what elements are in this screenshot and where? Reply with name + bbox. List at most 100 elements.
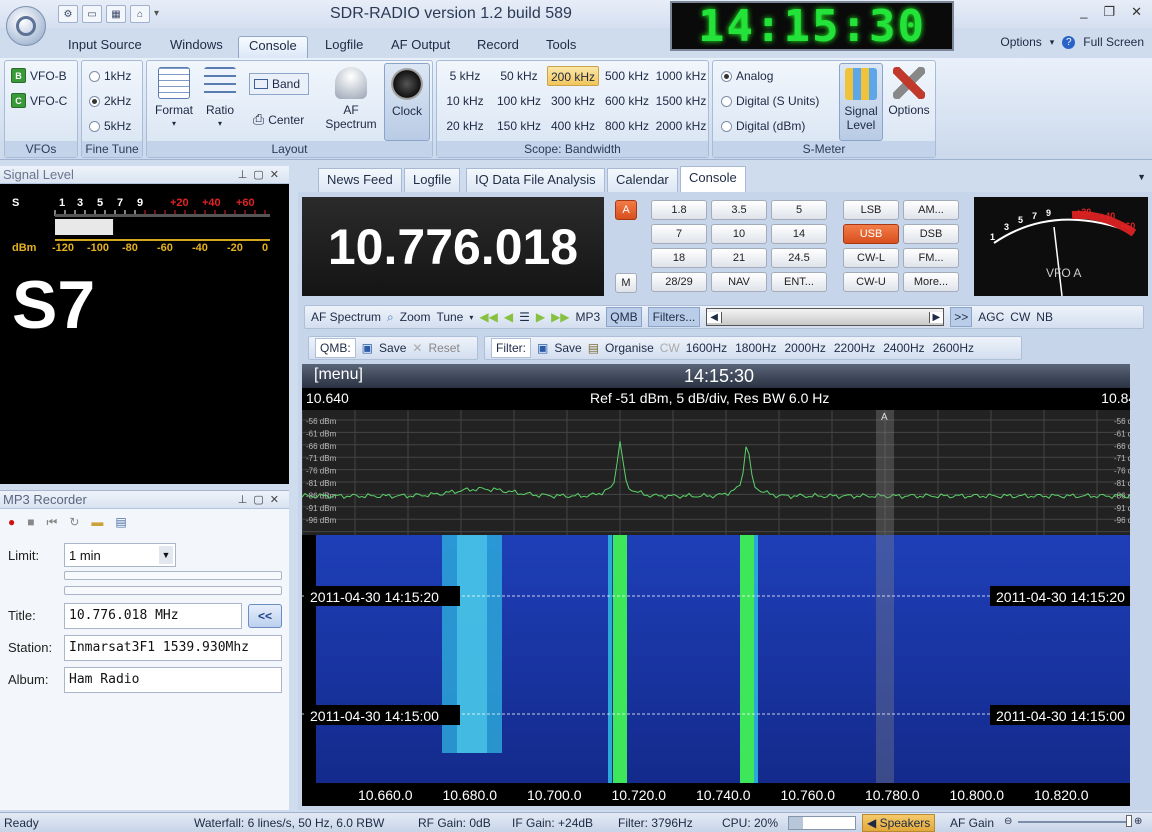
af-gain-slider[interactable]: ⊖ ⊕: [1004, 815, 1144, 827]
close-button[interactable]: ✕: [1131, 4, 1142, 20]
tab-record[interactable]: Record: [467, 36, 529, 58]
tab-logfile[interactable]: Logfile: [315, 36, 373, 58]
copy-title-button[interactable]: <<: [248, 604, 282, 628]
bandwidth-5khz[interactable]: 5 kHz: [439, 66, 491, 86]
smeter-digital-s[interactable]: Digital (S Units): [721, 94, 819, 108]
zoom-button[interactable]: Zoom: [400, 310, 431, 324]
panel-controls[interactable]: ⊥▢✕: [238, 166, 289, 183]
mode-key[interactable]: DSB: [903, 224, 959, 244]
spectrum-canvas[interactable]: -56 dBm-56 dBm-61 dBm-61 dBm-66 dBm-66 d…: [302, 410, 1148, 806]
mode-key[interactable]: More...: [903, 272, 959, 292]
full-screen-link[interactable]: Full Screen: [1083, 35, 1144, 49]
tab-tools[interactable]: Tools: [536, 36, 586, 58]
step-back-icon[interactable]: ◀: [504, 310, 513, 324]
folder-icon[interactable]: ▬: [91, 515, 103, 529]
bandwidth-150khz[interactable]: 150 kHz: [493, 116, 545, 136]
band-key[interactable]: ENT...: [771, 272, 827, 292]
nb-button[interactable]: NB: [1036, 310, 1053, 324]
signal-level-button[interactable]: Signal Level: [839, 63, 883, 141]
options-menu[interactable]: Options: [1000, 35, 1041, 49]
qat-dropdown-icon[interactable]: ▾: [154, 5, 159, 23]
band-key[interactable]: NAV: [711, 272, 767, 292]
tab-input-source[interactable]: Input Source: [58, 36, 152, 58]
bandwidth-100khz[interactable]: 100 kHz: [493, 91, 545, 111]
filter-preset[interactable]: 2000Hz: [785, 341, 826, 355]
band-key[interactable]: 21: [711, 248, 767, 268]
more-filters-button[interactable]: >>: [950, 307, 973, 327]
scroll-right-icon[interactable]: ▶: [928, 311, 944, 323]
minus-icon[interactable]: ⊖: [1004, 816, 1012, 827]
album-field[interactable]: Ham Radio: [64, 667, 282, 693]
band-key[interactable]: 3.5: [711, 200, 767, 220]
tab-af-output[interactable]: AF Output: [381, 36, 460, 58]
loop-icon[interactable]: ↻: [69, 515, 79, 529]
qmb-reset-button[interactable]: Reset: [428, 341, 459, 355]
smeter-digital-dbm[interactable]: Digital (dBm): [721, 119, 805, 133]
band-key[interactable]: 1.8: [651, 200, 707, 220]
settings-icon[interactable]: ▤: [115, 515, 126, 529]
mp3-panel-controls[interactable]: ⊥▢✕: [238, 491, 289, 508]
bandwidth-400khz[interactable]: 400 kHz: [547, 116, 599, 136]
qmb-toggle[interactable]: QMB: [606, 307, 642, 327]
options-dropdown-icon[interactable]: ▾: [1050, 37, 1055, 48]
mode-key[interactable]: USB: [843, 224, 899, 244]
bandwidth-20khz[interactable]: 20 kHz: [439, 116, 491, 136]
step-forward-icon[interactable]: ▶: [536, 310, 545, 324]
tab-windows[interactable]: Windows: [160, 36, 233, 58]
bandwidth-1000khz[interactable]: 1000 kHz: [655, 66, 707, 86]
filter-save-button[interactable]: Save: [554, 341, 581, 355]
bandwidth-500khz[interactable]: 500 kHz: [601, 66, 653, 86]
mp3-toggle[interactable]: MP3: [576, 310, 601, 324]
smeter-analog[interactable]: Analog: [721, 69, 773, 83]
list-icon[interactable]: ☰: [519, 310, 530, 324]
band-key[interactable]: 14: [771, 224, 827, 244]
cw-filter-button[interactable]: CW: [660, 341, 680, 355]
spectrum-menu[interactable]: [menu]: [314, 366, 363, 384]
record-icon[interactable]: ●: [8, 515, 15, 529]
settings-icon[interactable]: ⚙: [58, 5, 78, 23]
tuning-scrollbar[interactable]: ◀ ▶: [706, 308, 945, 326]
window-icon[interactable]: ▭: [82, 5, 102, 23]
mode-key[interactable]: CW-U: [843, 272, 899, 292]
filter-preset[interactable]: 1600Hz: [686, 341, 727, 355]
fine-tune-5khz[interactable]: 5kHz: [89, 119, 131, 133]
filter-preset[interactable]: 2400Hz: [883, 341, 924, 355]
band-key[interactable]: 24.5: [771, 248, 827, 268]
plus-icon[interactable]: ⊕: [1134, 816, 1142, 827]
smeter-options-button[interactable]: Options: [887, 67, 931, 117]
af-gain-thumb[interactable]: [1126, 815, 1132, 827]
fine-tune-2khz[interactable]: 2kHz: [89, 94, 131, 108]
filter-preset[interactable]: 2600Hz: [933, 341, 974, 355]
bandwidth-2000khz[interactable]: 2000 kHz: [655, 116, 707, 136]
step-back-fast-icon[interactable]: ◀◀: [479, 310, 497, 324]
center-button[interactable]: ⎙ Center: [253, 111, 304, 128]
format-button[interactable]: Format ▾: [151, 67, 197, 131]
restore-button[interactable]: ❐: [1103, 4, 1115, 20]
band-button[interactable]: Band: [249, 73, 309, 95]
home-icon[interactable]: ⌂: [130, 5, 150, 23]
band-key[interactable]: 28/29: [651, 272, 707, 292]
tab-console-doc[interactable]: Console: [680, 166, 746, 192]
bandwidth-50khz[interactable]: 50 kHz: [493, 66, 545, 86]
bandwidth-600khz[interactable]: 600 kHz: [601, 91, 653, 111]
band-key[interactable]: 10: [711, 224, 767, 244]
memory-button[interactable]: M: [615, 273, 637, 293]
step-forward-fast-icon[interactable]: ▶▶: [551, 310, 569, 324]
vfo-marker-band[interactable]: [876, 410, 894, 783]
tab-logfile-doc[interactable]: Logfile: [404, 168, 461, 192]
vfo-c-button[interactable]: C VFO-C: [11, 93, 67, 108]
tune-button[interactable]: Tune: [436, 310, 463, 324]
tab-calendar[interactable]: Calendar: [607, 168, 678, 192]
frequency-display[interactable]: 10.776.018: [302, 197, 604, 296]
mode-key[interactable]: LSB: [843, 200, 899, 220]
filters-button[interactable]: Filters...: [647, 307, 701, 327]
filter-preset[interactable]: 1800Hz: [735, 341, 776, 355]
limit-select[interactable]: 1 min ▼: [64, 543, 176, 567]
help-icon[interactable]: ?: [1062, 35, 1076, 49]
calendar-icon[interactable]: ▦: [106, 5, 126, 23]
speakers-button[interactable]: ◀ Speakers: [862, 814, 936, 832]
stop-icon[interactable]: ■: [27, 515, 34, 529]
bandwidth-200khz[interactable]: 200 kHz: [547, 66, 599, 86]
bandwidth-1500khz[interactable]: 1500 kHz: [655, 91, 707, 111]
organise-button[interactable]: Organise: [605, 341, 654, 355]
